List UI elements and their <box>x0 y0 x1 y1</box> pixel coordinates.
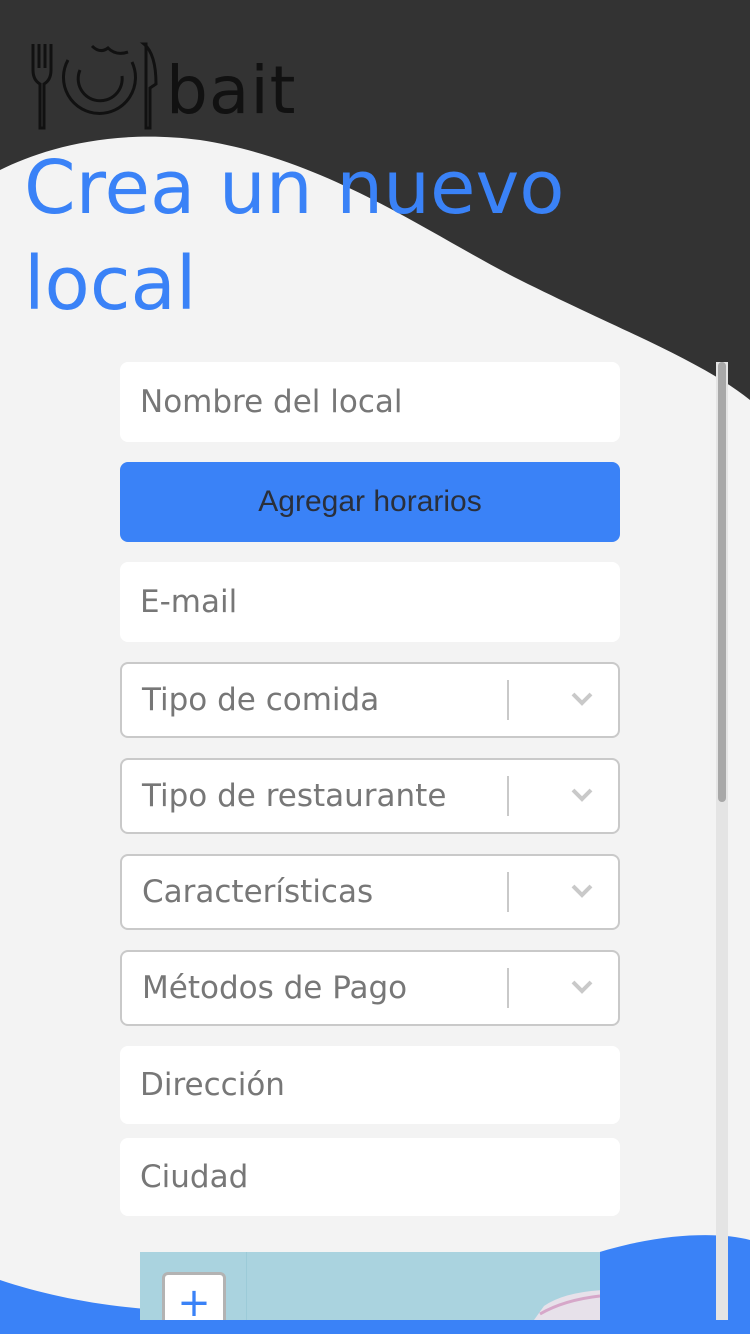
payment-methods-placeholder: Métodos de Pago <box>142 970 408 1006</box>
select-separator <box>507 680 509 720</box>
add-hours-button[interactable]: Agregar horarios <box>120 462 620 542</box>
address-placeholder: Dirección <box>140 1067 285 1103</box>
food-type-placeholder: Tipo de comida <box>142 682 380 718</box>
payment-methods-select[interactable]: Métodos de Pago <box>120 950 620 1026</box>
restaurant-type-select[interactable]: Tipo de restaurante <box>120 758 620 834</box>
local-name-placeholder: Nombre del local <box>140 384 403 420</box>
zoom-in-button[interactable]: + <box>162 1272 226 1320</box>
location-map[interactable]: + <box>140 1252 600 1320</box>
select-separator <box>507 968 509 1008</box>
select-separator <box>507 776 509 816</box>
plate-fork-knife-icon <box>31 42 158 130</box>
chevron-down-icon[interactable] <box>568 688 596 708</box>
chevron-down-icon[interactable] <box>568 976 596 996</box>
email-input[interactable]: E-mail <box>120 562 620 642</box>
food-type-select[interactable]: Tipo de comida <box>120 662 620 738</box>
city-input[interactable]: Ciudad <box>120 1138 620 1216</box>
city-placeholder: Ciudad <box>140 1159 249 1195</box>
scrollbar[interactable] <box>716 362 728 1320</box>
map-tile-edge <box>246 1252 247 1320</box>
features-select[interactable]: Características <box>120 854 620 930</box>
map-land-feature <box>534 1290 600 1320</box>
brand-logo[interactable]: bait <box>30 40 297 132</box>
features-placeholder: Características <box>142 874 374 910</box>
scrollbar-thumb[interactable] <box>718 362 726 802</box>
email-placeholder: E-mail <box>140 584 238 620</box>
local-name-input[interactable]: Nombre del local <box>120 362 620 442</box>
chevron-down-icon[interactable] <box>568 880 596 900</box>
select-separator <box>507 872 509 912</box>
chevron-down-icon[interactable] <box>568 784 596 804</box>
brand-name: bait <box>166 52 297 129</box>
address-input[interactable]: Dirección <box>120 1046 620 1124</box>
restaurant-type-placeholder: Tipo de restaurante <box>142 778 447 814</box>
page-title: Crea un nuevo local <box>24 145 565 327</box>
